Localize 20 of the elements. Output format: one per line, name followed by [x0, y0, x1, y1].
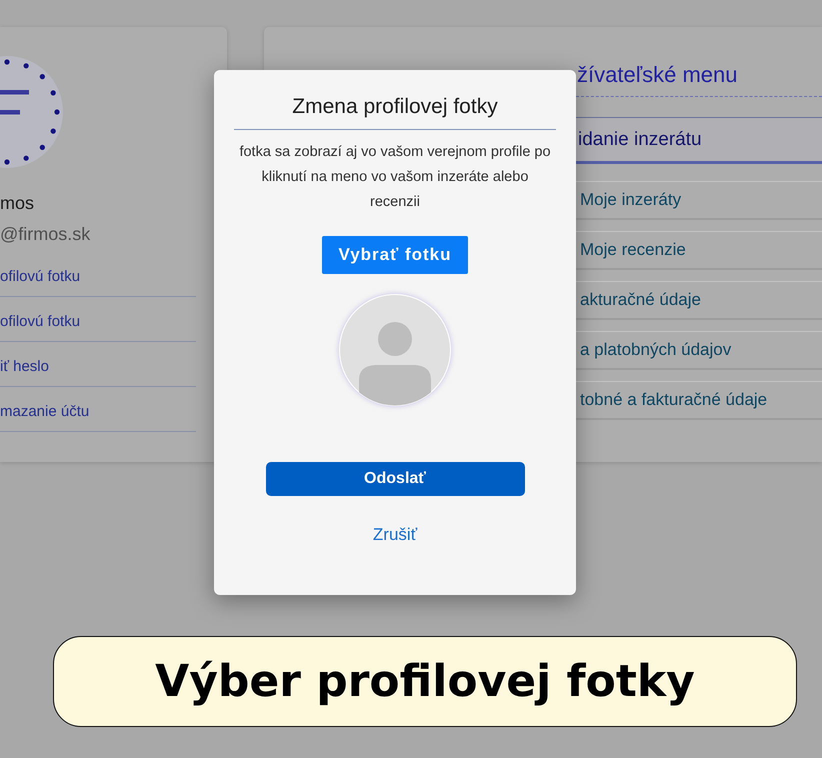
choose-photo-button[interactable]: Vybrať fotku [322, 236, 468, 274]
menu-item[interactable]: a platobných údajov [576, 331, 822, 370]
user-email: @firmos.sk [0, 223, 90, 245]
profile-link[interactable]: mazanie účtu [0, 401, 90, 422]
person-avatar-icon [339, 294, 451, 406]
menu-item[interactable]: akturačné údaje [576, 281, 822, 320]
cancel-link[interactable]: Zrušiť [372, 524, 418, 546]
dialog-title: Zmena profilovej fotky [292, 94, 498, 120]
menu-title: žívateľské menu [577, 61, 738, 89]
menu-item[interactable]: tobné a fakturačné údaje [576, 381, 822, 420]
menu-item[interactable]: Moje recenzie [576, 231, 822, 270]
dialog-description: fotka sa zobrazí aj vo vašom verejnom profile po kliknutí na meno vo vašom inzeráte alebo recenzii [238, 143, 552, 212]
submit-button[interactable]: Odoslať [266, 462, 524, 496]
profile-link[interactable]: iť heslo [0, 356, 49, 377]
profile-link[interactable]: ofilovú fotku [0, 266, 80, 287]
logo-icon [0, 55, 64, 169]
profile-link[interactable]: ofilovú fotku [0, 311, 80, 332]
user-name: mos [0, 192, 34, 214]
menu-item[interactable]: Moje inzeráty [576, 181, 822, 220]
caption: Výber profilovej fotky [53, 636, 797, 727]
